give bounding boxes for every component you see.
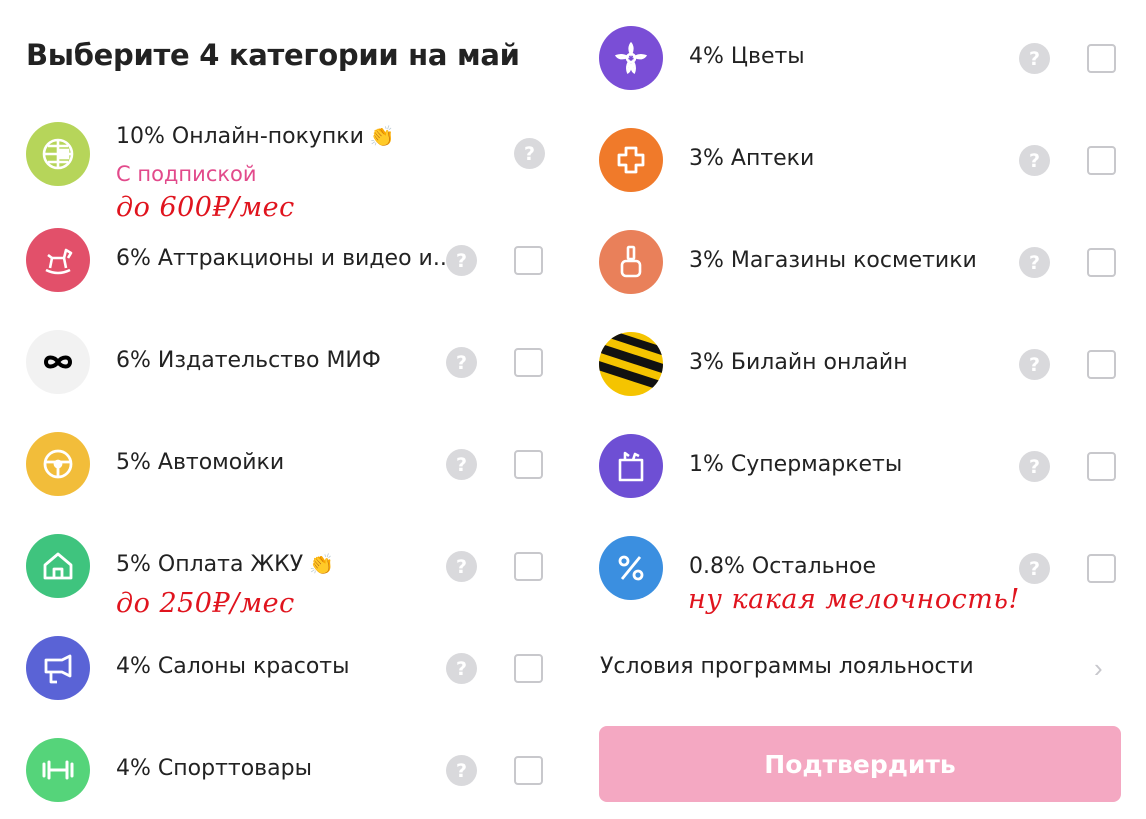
category-label: 1% Супермаркеты bbox=[689, 452, 903, 477]
category-row-pharmacy[interactable]: 3% Аптеки ? bbox=[599, 128, 1119, 198]
help-icon[interactable]: ? bbox=[446, 347, 477, 378]
chevron-right-icon[interactable]: › bbox=[1094, 653, 1103, 684]
annotation-note: ну какая мелочность! bbox=[688, 584, 1020, 615]
category-row-beeline[interactable]: 3% Билайн онлайн ? bbox=[599, 332, 1119, 402]
loyalty-terms-link[interactable]: Условия программы лояльности bbox=[600, 654, 974, 679]
category-checkbox[interactable] bbox=[1087, 554, 1116, 583]
nail-polish-icon bbox=[599, 230, 663, 294]
percent-icon bbox=[599, 536, 663, 600]
annotation-note: до 600₽/мес bbox=[116, 192, 295, 223]
category-checkbox[interactable] bbox=[514, 348, 543, 377]
category-label: 6% Аттракционы и видео и... bbox=[116, 246, 454, 271]
category-label: 6% Издательство МИФ bbox=[116, 348, 381, 373]
clap-icon: 👏 bbox=[369, 124, 395, 148]
category-row-mif[interactable]: 6% Издательство МИФ ? bbox=[26, 330, 566, 400]
category-checkbox[interactable] bbox=[1087, 44, 1116, 73]
category-label: 0.8% Остальное bbox=[689, 554, 876, 579]
category-checkbox[interactable] bbox=[514, 654, 543, 683]
help-icon[interactable]: ? bbox=[446, 755, 477, 786]
category-label: 3% Магазины косметики bbox=[689, 248, 977, 273]
help-icon[interactable]: ? bbox=[1019, 247, 1050, 278]
category-checkbox[interactable] bbox=[514, 756, 543, 785]
beeline-icon bbox=[599, 332, 663, 396]
clap-icon: 👏 bbox=[309, 552, 335, 576]
pharmacy-cross-icon bbox=[599, 128, 663, 192]
category-row-online-shopping[interactable]: 10% Онлайн-покупки 👏 С подпиской ? bbox=[26, 122, 566, 192]
category-label: 5% Автомойки bbox=[116, 450, 285, 475]
category-row-sports[interactable]: 4% Спорттовары ? bbox=[26, 738, 566, 808]
help-icon[interactable]: ? bbox=[446, 551, 477, 582]
category-row-car-wash[interactable]: 5% Автомойки ? bbox=[26, 432, 566, 502]
infinity-icon bbox=[26, 330, 90, 394]
help-icon[interactable]: ? bbox=[1019, 451, 1050, 482]
globe-card-icon bbox=[26, 122, 90, 186]
confirm-button[interactable]: Подтвердить bbox=[599, 726, 1121, 802]
category-checkbox[interactable] bbox=[1087, 350, 1116, 379]
category-label: 4% Салоны красоты bbox=[116, 654, 350, 679]
help-icon[interactable]: ? bbox=[1019, 145, 1050, 176]
page-title: Выберите 4 категории на май bbox=[26, 38, 520, 72]
help-icon[interactable]: ? bbox=[446, 653, 477, 684]
help-icon[interactable]: ? bbox=[1019, 553, 1050, 584]
category-checkbox[interactable] bbox=[1087, 452, 1116, 481]
help-icon[interactable]: ? bbox=[514, 138, 545, 169]
category-row-cosmetics[interactable]: 3% Магазины косметики ? bbox=[599, 230, 1119, 300]
category-checkbox[interactable] bbox=[1087, 248, 1116, 277]
grocery-bag-icon bbox=[599, 434, 663, 498]
dumbbell-icon bbox=[26, 738, 90, 802]
category-row-utilities[interactable]: 5% Оплата ЖКУ 👏 ? bbox=[26, 534, 566, 604]
flower-icon bbox=[599, 26, 663, 90]
steering-wheel-icon bbox=[26, 432, 90, 496]
help-icon[interactable]: ? bbox=[446, 449, 477, 480]
category-label: 3% Аптеки bbox=[689, 146, 815, 171]
category-label: 4% Цветы bbox=[689, 44, 805, 69]
category-checkbox[interactable] bbox=[1087, 146, 1116, 175]
category-checkbox[interactable] bbox=[514, 450, 543, 479]
category-row-beauty-salons[interactable]: 4% Салоны красоты ? bbox=[26, 636, 566, 706]
category-label: 4% Спорттовары bbox=[116, 756, 312, 781]
hair-dryer-icon bbox=[26, 636, 90, 700]
category-checkbox[interactable] bbox=[514, 246, 543, 275]
category-row-attractions[interactable]: 6% Аттракционы и видео и... ? bbox=[26, 228, 566, 298]
rocking-horse-icon bbox=[26, 228, 90, 292]
category-checkbox[interactable] bbox=[514, 552, 543, 581]
category-row-supermarkets[interactable]: 1% Супермаркеты ? bbox=[599, 434, 1119, 504]
help-icon[interactable]: ? bbox=[446, 245, 477, 276]
category-label: 3% Билайн онлайн bbox=[689, 350, 908, 375]
category-label: 10% Онлайн-покупки 👏 bbox=[116, 124, 395, 149]
subscription-badge: С подпиской bbox=[116, 162, 257, 186]
category-row-flowers[interactable]: 4% Цветы ? bbox=[599, 26, 1119, 96]
category-label: 5% Оплата ЖКУ 👏 bbox=[116, 552, 335, 577]
help-icon[interactable]: ? bbox=[1019, 349, 1050, 380]
help-icon[interactable]: ? bbox=[1019, 43, 1050, 74]
house-icon bbox=[26, 534, 90, 598]
annotation-note: до 250₽/мес bbox=[116, 588, 295, 619]
